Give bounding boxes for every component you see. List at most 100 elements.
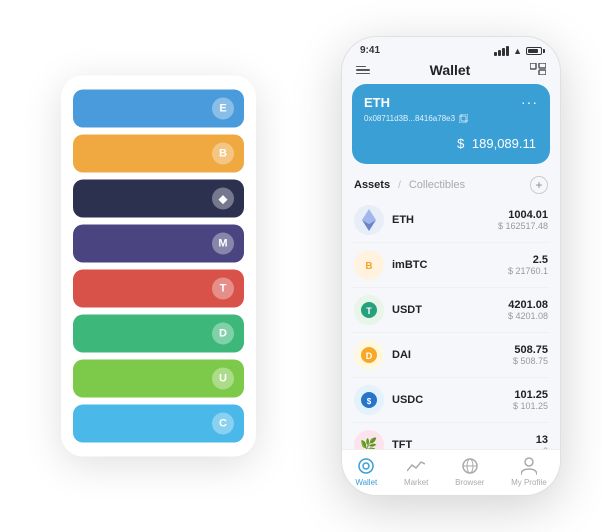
card-coin-icon: M [212, 233, 234, 255]
asset-symbol: USDT [392, 304, 508, 316]
card-coin-icon: ◆ [212, 188, 234, 210]
card-item[interactable]: B [73, 135, 244, 173]
nav-market-label: Market [404, 478, 428, 487]
signal-bar [494, 52, 497, 56]
menu-line [356, 69, 370, 71]
eth-icon-svg [362, 209, 376, 231]
asset-amount: 508.75 [513, 344, 548, 356]
phone-header: Wallet [342, 60, 560, 84]
asset-row-usdc[interactable]: $ USDC 101.25 $ 101.25 [352, 378, 550, 423]
phone: 9:41 ▲ Wallet [341, 36, 561, 496]
card-item[interactable]: C [73, 405, 244, 443]
wallet-nav-icon [356, 456, 376, 476]
svg-text:B: B [365, 261, 372, 272]
status-bar: 9:41 ▲ [342, 37, 560, 60]
tft-asset-icon: 🌿 [354, 430, 384, 449]
card-item[interactable]: M [73, 225, 244, 263]
menu-button[interactable] [356, 66, 370, 75]
nav-browser[interactable]: Browser [455, 456, 484, 487]
status-icons: ▲ [494, 46, 542, 56]
copy-icon [459, 114, 468, 123]
svg-text:D: D [366, 351, 373, 361]
asset-list: ETH 1004.01 $ 162517.48 B imBTC 2.5 $ 21… [342, 198, 560, 449]
asset-row-imbtc[interactable]: B imBTC 2.5 $ 21760.1 [352, 243, 550, 288]
tab-assets[interactable]: Assets [354, 179, 390, 191]
dai-asset-icon: D [354, 340, 384, 370]
asset-usd: $ 4201.08 [508, 311, 548, 321]
eth-card-address: 0x08711d3B...8416a78e3 [364, 114, 538, 123]
card-coin-icon: C [212, 413, 234, 435]
bottom-nav: Wallet Market Browser [342, 449, 560, 495]
card-coin-icon: T [212, 278, 234, 300]
asset-amounts: 2.5 $ 21760.1 [508, 254, 548, 276]
card-item[interactable]: T [73, 270, 244, 308]
asset-row-eth[interactable]: ETH 1004.01 $ 162517.48 [352, 198, 550, 243]
asset-row-usdt[interactable]: T USDT 4201.08 $ 4201.08 [352, 288, 550, 333]
asset-row-tft[interactable]: 🌿 TFT 13 0 [352, 423, 550, 449]
svg-text:T: T [366, 306, 372, 316]
asset-amount: 2.5 [508, 254, 548, 266]
card-coin-icon: E [212, 98, 234, 120]
eth-asset-icon [354, 205, 384, 235]
card-item[interactable]: U [73, 360, 244, 398]
card-coin-icon: D [212, 323, 234, 345]
market-nav-icon [406, 456, 426, 476]
asset-row-dai[interactable]: D DAI 508.75 $ 508.75 [352, 333, 550, 378]
asset-symbol: USDC [392, 394, 513, 406]
nav-market[interactable]: Market [404, 456, 428, 487]
nav-profile-label: My Profile [511, 478, 547, 487]
signal-bar [502, 48, 505, 56]
asset-amounts: 4201.08 $ 4201.08 [508, 299, 548, 321]
wifi-icon: ▲ [513, 46, 522, 56]
battery-fill [528, 49, 538, 53]
card-item[interactable]: E [73, 90, 244, 128]
asset-amount: 4201.08 [508, 299, 548, 311]
profile-nav-icon [519, 456, 539, 476]
nav-browser-label: Browser [455, 478, 484, 487]
card-item[interactable]: ◆ [73, 180, 244, 218]
assets-tabs: Assets / Collectibles [354, 179, 465, 191]
battery-icon [526, 47, 542, 55]
asset-amounts: 13 0 [536, 434, 548, 449]
imbtc-icon-svg: B [361, 257, 377, 273]
asset-amount: 13 [536, 434, 548, 446]
card-stack: E B ◆ M T D U C [61, 76, 256, 457]
svg-text:$: $ [367, 397, 372, 406]
signal-bar [506, 46, 509, 56]
eth-card-symbol: ETH [364, 95, 390, 110]
dai-icon-svg: D [360, 346, 378, 364]
tab-collectibles[interactable]: Collectibles [409, 179, 465, 191]
card-coin-icon: B [212, 143, 234, 165]
browser-nav-icon [460, 456, 480, 476]
eth-card-options[interactable]: ··· [521, 94, 538, 110]
expand-button[interactable] [530, 62, 546, 78]
eth-card-balance: $ 189,089.11 [364, 131, 538, 154]
signal-bar [498, 50, 501, 56]
time-display: 9:41 [360, 45, 380, 56]
usdc-asset-icon: $ [354, 385, 384, 415]
add-asset-button[interactable]: + [530, 176, 548, 194]
assets-header: Assets / Collectibles + [342, 172, 560, 198]
eth-main-card[interactable]: ETH ··· 0x08711d3B...8416a78e3 $ 189,089… [352, 84, 550, 164]
asset-symbol: ETH [392, 214, 498, 226]
menu-line [356, 66, 366, 68]
asset-usd: $ 508.75 [513, 356, 548, 366]
nav-wallet-label: Wallet [355, 478, 377, 487]
signal-icon [494, 46, 509, 56]
nav-wallet[interactable]: Wallet [355, 456, 377, 487]
usdt-icon-svg: T [360, 301, 378, 319]
card-item[interactable]: D [73, 315, 244, 353]
page-title: Wallet [430, 62, 471, 78]
asset-amounts: 1004.01 $ 162517.48 [498, 209, 548, 231]
asset-usd: $ 162517.48 [498, 221, 548, 231]
scene: E B ◆ M T D U C 9:41 [11, 11, 591, 521]
asset-usd: $ 21760.1 [508, 266, 548, 276]
asset-amounts: 101.25 $ 101.25 [513, 389, 548, 411]
imbtc-asset-icon: B [354, 250, 384, 280]
asset-usd: $ 101.25 [513, 401, 548, 411]
asset-symbol: imBTC [392, 259, 508, 271]
nav-profile[interactable]: My Profile [511, 456, 547, 487]
eth-card-header: ETH ··· [364, 94, 538, 110]
asset-amount: 101.25 [513, 389, 548, 401]
asset-amount: 1004.01 [498, 209, 548, 221]
